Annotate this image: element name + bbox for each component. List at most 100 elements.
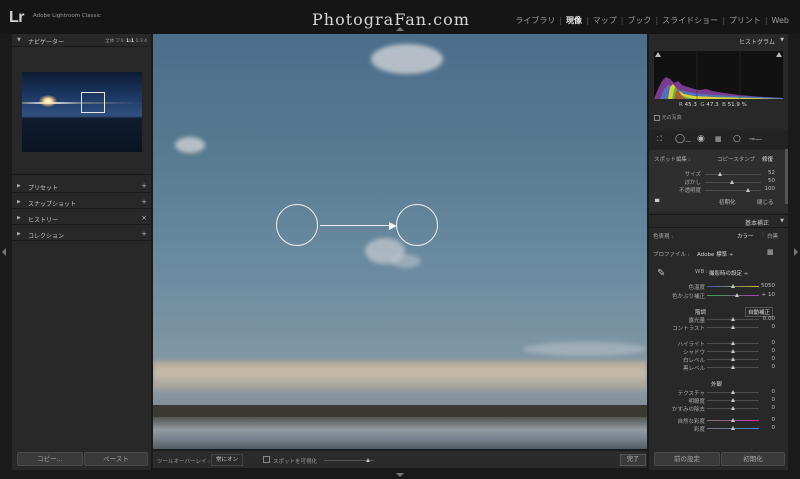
contrast-value[interactable]: 0 — [751, 324, 776, 330]
spot-source-ring[interactable] — [276, 204, 318, 246]
copy-button[interactable]: コピー... — [17, 452, 83, 466]
clarity-value[interactable]: 0 — [751, 397, 776, 403]
vibrance-value[interactable]: 0 — [751, 417, 776, 423]
original-photo-toggle[interactable]: 元の写真 — [654, 114, 682, 121]
left-panel-toggle-icon[interactable] — [2, 248, 6, 256]
highlights-value[interactable]: 0 — [751, 340, 776, 346]
histogram-header[interactable]: ヒストグラム ▼ — [649, 34, 788, 46]
wb-eyedropper-icon[interactable]: ✎ — [657, 268, 665, 279]
temp-slider-knob[interactable] — [731, 284, 735, 288]
spot-removal-brush-icon[interactable]: — — [685, 137, 691, 146]
main-photo-canvas[interactable] — [153, 34, 647, 449]
highlight-clip-icon[interactable] — [776, 52, 782, 57]
filmstrip-toggle-icon[interactable] — [396, 473, 404, 477]
tool-overlay-dropdown[interactable]: 常にオン — [211, 454, 244, 466]
treatment-bw-button[interactable]: 白黒 — [767, 232, 778, 240]
treatment-color-button[interactable]: カラー — [737, 232, 754, 240]
tint-value[interactable]: + 10 — [751, 292, 775, 298]
size-slider-knob[interactable] — [718, 172, 722, 176]
add-preset-icon[interactable]: + — [141, 182, 147, 190]
navigator-preview[interactable] — [22, 72, 142, 152]
clone-mode-button[interactable]: コピースタンプ — [717, 155, 755, 163]
collapse-triangle-icon[interactable]: ▼ — [780, 218, 784, 224]
texture-value[interactable]: 0 — [751, 389, 776, 395]
saturation-value[interactable]: 0 — [751, 425, 776, 431]
zoom-more[interactable]: 1:3 4 — [135, 39, 147, 44]
dehaze-value[interactable]: 0 — [751, 405, 776, 411]
histogram-svg — [654, 51, 783, 99]
spot-target-ring[interactable] — [396, 204, 438, 246]
feather-slider-knob[interactable] — [730, 180, 734, 184]
shadows-value[interactable]: 0 — [751, 348, 776, 354]
shadow-clip-icon[interactable] — [655, 52, 661, 57]
red-eye-tool-icon[interactable]: ◉ — [697, 135, 705, 144]
zoom-1to1[interactable]: 1:1 — [126, 39, 134, 44]
module-0[interactable]: ライブラリ — [512, 16, 558, 25]
zoom-fill[interactable]: フル — [116, 39, 125, 44]
spot-toggle-icon[interactable]: ▀ — [655, 200, 659, 206]
exposure-value[interactable]: 0.00 — [751, 316, 775, 322]
navigator-viewport-box[interactable] — [81, 92, 105, 113]
module-5[interactable]: プリント — [726, 16, 764, 25]
reset-all-button[interactable]: 初期化 — [721, 452, 785, 466]
right-panel-toggle-icon[interactable] — [794, 248, 798, 256]
panel-history[interactable]: ▶ ヒストリー × — [12, 212, 151, 225]
blacks-slider-knob[interactable] — [731, 365, 735, 369]
blacks-value[interactable]: 0 — [751, 364, 776, 370]
navigator-zoom-options[interactable]: 全体 フル 1:1 1:3 4 — [105, 38, 147, 44]
paste-button[interactable]: ペースト — [84, 452, 148, 466]
radial-filter-icon[interactable]: ○ — [733, 135, 741, 144]
dehaze-slider-knob[interactable] — [731, 406, 735, 410]
add-collection-icon[interactable]: + — [141, 230, 147, 238]
slider-knob-icon[interactable] — [366, 458, 370, 462]
profile-browser-icon[interactable]: ▦ — [767, 248, 774, 256]
feather-value[interactable]: 50 — [751, 178, 775, 184]
top-panel-toggle-icon[interactable] — [396, 27, 404, 31]
collapse-triangle-icon[interactable]: ▼ — [780, 37, 784, 43]
zoom-fit[interactable]: 全体 — [105, 39, 114, 44]
vibrance-slider-knob[interactable] — [731, 418, 735, 422]
crop-tool-icon[interactable]: ⛶ — [657, 135, 662, 144]
spot-removal-tool-icon[interactable]: ◯ — [675, 135, 685, 144]
highlights-slider-knob[interactable] — [731, 341, 735, 345]
b-value: 51.9 % — [727, 102, 747, 108]
panel-snapshots[interactable]: ▶ スナップショット + — [12, 196, 151, 209]
panel-collections[interactable]: ▶ コレクション + — [12, 228, 151, 241]
shadows-slider-knob[interactable] — [731, 349, 735, 353]
clarity-slider-knob[interactable] — [731, 398, 735, 402]
panel-presets[interactable]: ▶ プリセット + — [12, 180, 151, 193]
tint-slider-knob[interactable] — [735, 293, 739, 297]
contrast-slider-knob[interactable] — [731, 325, 735, 329]
add-snapshot-icon[interactable]: + — [141, 198, 147, 206]
graduated-filter-icon[interactable]: ▦ — [715, 135, 722, 144]
module-6[interactable]: Web — [769, 16, 792, 25]
adjustment-brush-icon[interactable]: ⊸— — [749, 135, 762, 144]
opacity-value[interactable]: 100 — [751, 186, 776, 192]
heal-mode-button[interactable]: 修復 — [762, 155, 773, 163]
previous-settings-button[interactable]: 前の設定 — [654, 452, 720, 466]
profile-dropdown[interactable]: Adobe 標準 ÷ — [697, 250, 734, 258]
horizon — [153, 405, 647, 417]
opacity-slider-knob[interactable] — [746, 188, 750, 192]
module-2[interactable]: マップ — [590, 16, 620, 25]
size-value[interactable]: 52 — [751, 170, 775, 176]
module-3[interactable]: ブック — [624, 16, 654, 25]
navigator-header[interactable]: ▼ ナビゲーター 全体 フル 1:1 1:3 4 — [12, 34, 151, 47]
done-button[interactable]: 完了 — [620, 454, 646, 466]
module-1[interactable]: 現像 — [563, 16, 585, 25]
original-photo-checkbox[interactable] — [654, 114, 660, 121]
exposure-slider-knob[interactable] — [731, 317, 735, 321]
clear-history-icon[interactable]: × — [141, 214, 147, 222]
wb-dropdown[interactable]: 撮影時の設定 ÷ — [709, 269, 748, 277]
visualize-spots-checkbox[interactable] — [263, 456, 270, 463]
whites-value[interactable]: 0 — [751, 356, 776, 362]
texture-slider-knob[interactable] — [731, 390, 735, 394]
spot-close-button[interactable]: 閉じる — [757, 199, 774, 208]
temp-value[interactable]: 5050 — [751, 283, 775, 289]
basic-panel-header[interactable]: 基本補正 ▼ — [649, 214, 788, 228]
panel-scrollbar[interactable] — [785, 149, 788, 204]
whites-slider-knob[interactable] — [731, 357, 735, 361]
module-4[interactable]: スライドショー — [659, 16, 721, 25]
spot-reset-button[interactable]: 初期化 — [719, 199, 736, 208]
saturation-slider-knob[interactable] — [731, 426, 735, 430]
